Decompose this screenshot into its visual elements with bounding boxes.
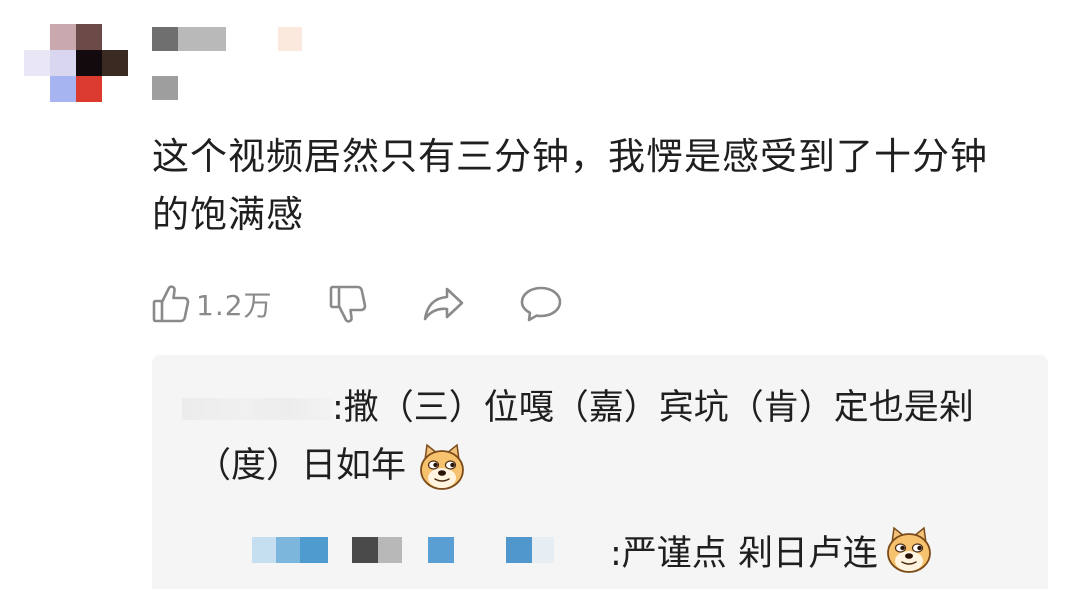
avatar[interactable] bbox=[24, 24, 128, 102]
username-mosaic[interactable] bbox=[152, 27, 302, 51]
like-button[interactable]: 1.2万 bbox=[152, 284, 273, 324]
comment-text: 这个视频居然只有三分钟，我愣是感受到了十分钟 的饱满感 bbox=[152, 128, 1032, 244]
reply-item[interactable]: :撒（三）位嘎（嘉）宾坑（肯）定也是剁 （度）日如年 bbox=[182, 379, 1026, 495]
speech-bubble-icon bbox=[519, 285, 563, 323]
reply-button[interactable] bbox=[519, 285, 563, 323]
share-button[interactable] bbox=[423, 286, 465, 322]
comment-text-line1: 这个视频居然只有三分钟，我愣是感受到了十分钟 bbox=[152, 135, 988, 178]
user-meta-mosaic bbox=[152, 76, 178, 100]
doge-emoji-icon bbox=[417, 442, 467, 492]
dislike-button[interactable] bbox=[329, 284, 367, 324]
reply-text: :严谨点 剁日卢连 bbox=[610, 533, 878, 574]
thumbs-down-icon bbox=[329, 284, 367, 324]
reply-text-line1: :撒（三）位嘎（嘉）宾坑（肯）定也是剁 bbox=[332, 388, 974, 428]
like-count: 1.2万 bbox=[196, 289, 273, 322]
reply-text-line2: （度）日如年 bbox=[196, 446, 407, 486]
comment-card: 这个视频居然只有三分钟，我愣是感受到了十分钟 的饱满感 1.2万:撒（三）位嘎… bbox=[0, 0, 1080, 589]
comment-text-line2: 的饱满感 bbox=[152, 193, 304, 236]
thumbs-up-icon bbox=[152, 284, 190, 324]
share-arrow-icon bbox=[423, 286, 465, 322]
reply-username-mosaic[interactable] bbox=[182, 398, 332, 420]
action-bar: 1.2万 bbox=[152, 282, 563, 326]
replies-panel[interactable]: :撒（三）位嘎（嘉）宾坑（肯）定也是剁 （度）日如年:严谨点 剁日卢连 bbox=[152, 355, 1048, 589]
reply-item[interactable]: :严谨点 剁日卢连 bbox=[252, 521, 934, 579]
reply-username-mosaic[interactable] bbox=[252, 537, 610, 563]
doge-emoji-icon bbox=[884, 525, 934, 575]
